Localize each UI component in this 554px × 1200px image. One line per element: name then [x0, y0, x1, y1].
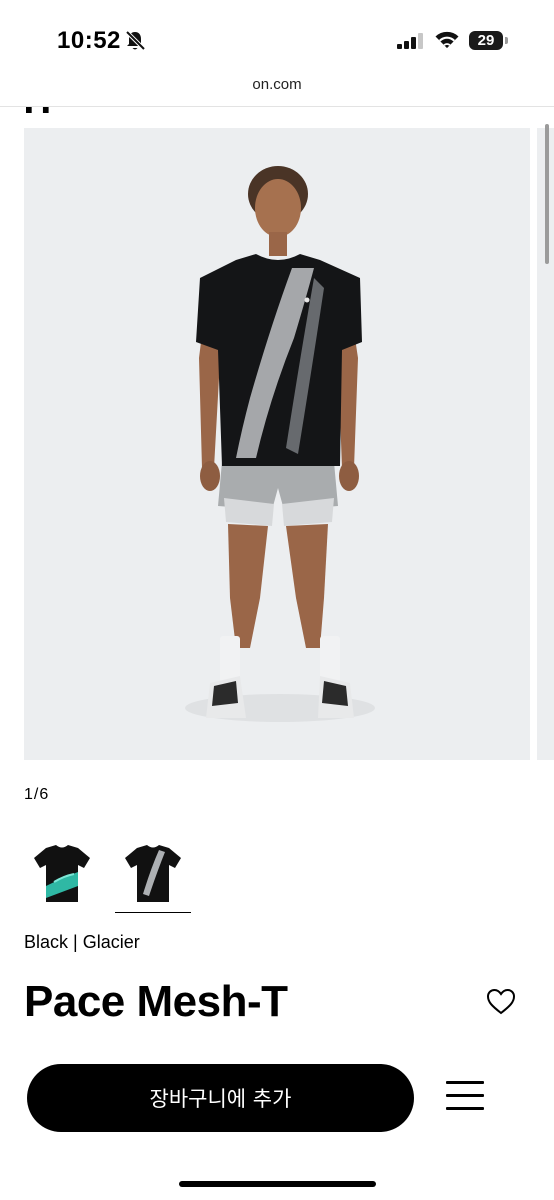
header-edge: ▌▐ [26, 107, 49, 113]
tshirt-thumbnail-image [125, 845, 181, 902]
wifi-icon [435, 30, 459, 54]
product-title: Pace Mesh-T [24, 977, 288, 1026]
model-illustration [185, 166, 375, 722]
status-time: 10:52 [57, 27, 121, 54]
url-text[interactable]: on.com [0, 76, 554, 93]
color-thumbnail-selected[interactable] [115, 836, 191, 913]
browser-url-bar[interactable]: on.com [0, 70, 554, 107]
bell-slash-icon [124, 30, 146, 57]
color-thumbnail[interactable] [24, 836, 100, 912]
image-counter: 1/6 [24, 786, 50, 803]
heart-icon[interactable] [486, 988, 516, 1021]
add-to-cart-button[interactable]: 장바구니에 추가 [27, 1064, 414, 1132]
product-image[interactable] [24, 128, 530, 760]
page-scrollbar[interactable] [545, 124, 549, 264]
color-name: Black | Glacier [24, 932, 140, 952]
home-indicator[interactable] [179, 1181, 376, 1187]
menu-icon[interactable] [446, 1081, 484, 1111]
signal-icon [397, 33, 425, 54]
battery-cap [505, 37, 508, 44]
battery-icon: 29 [469, 31, 503, 50]
tshirt-thumbnail-image [34, 845, 90, 902]
status-bar: 10:52 29 [0, 0, 554, 70]
